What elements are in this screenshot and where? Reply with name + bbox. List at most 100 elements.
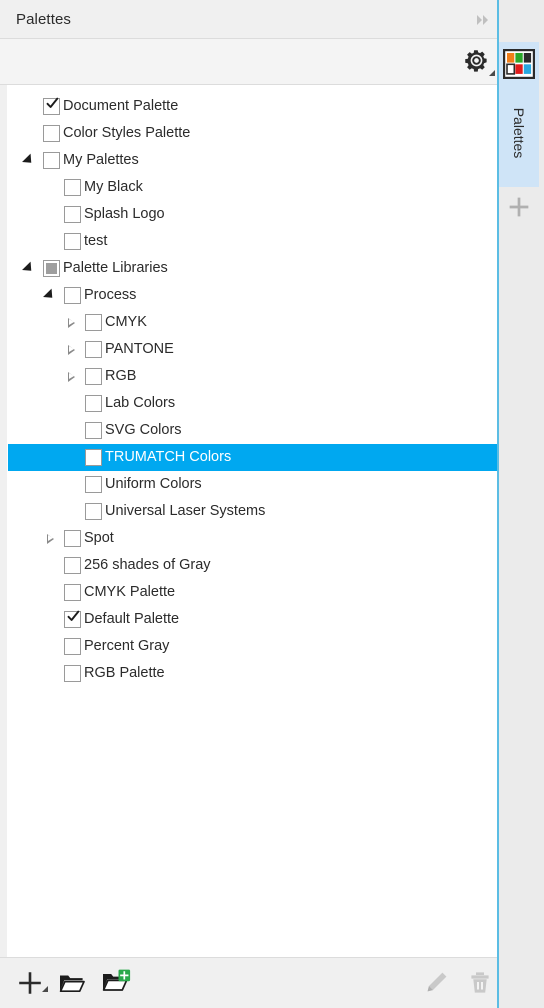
tree-expander-expand-icon[interactable]: [63, 309, 79, 336]
triangle-right-icon: [67, 317, 75, 328]
panel-title: Palettes: [16, 11, 71, 28]
palette-checkbox[interactable]: [64, 665, 81, 682]
open-palette-button[interactable]: [54, 966, 90, 1000]
palette-tree-row[interactable]: Percent Gray: [7, 633, 497, 660]
palette-tree-row[interactable]: Splash Logo: [7, 201, 497, 228]
palette-checkbox[interactable]: [43, 152, 60, 169]
palette-tree-row[interactable]: PANTONE: [7, 336, 497, 363]
palette-checkbox[interactable]: [64, 584, 81, 601]
tree-expander-collapse-icon[interactable]: [21, 255, 37, 282]
palette-checkbox[interactable]: [64, 638, 81, 655]
tree-expander-collapse-icon[interactable]: [21, 147, 37, 174]
palette-tree-row[interactable]: Color Styles Palette: [7, 120, 497, 147]
palettes-docker-panel: Palettes Document Palette Color Styles Pa…: [0, 0, 544, 1008]
palette-item-label: Percent Gray: [84, 638, 170, 654]
palette-tree-row[interactable]: My Black: [7, 174, 497, 201]
gear-dropdown-arrow-icon: [489, 70, 495, 76]
palette-tree-row[interactable]: Document Palette: [7, 93, 497, 120]
palette-tree-row[interactable]: Default Palette: [7, 606, 497, 633]
palette-tree-row[interactable]: Process: [7, 282, 497, 309]
palette-checkbox[interactable]: [85, 314, 102, 331]
palette-item-label: Default Palette: [84, 611, 180, 627]
palette-list-pane[interactable]: Document Palette Color Styles Palette My P…: [0, 85, 497, 957]
palette-item-label: Process: [84, 287, 137, 303]
palette-item-label: Color Styles Palette: [63, 125, 191, 141]
palette-checkbox[interactable]: [64, 557, 81, 574]
edit-palette-button[interactable]: [418, 966, 454, 1000]
palette-tree-row[interactable]: CMYK: [7, 309, 497, 336]
palette-tree-row[interactable]: TRUMATCH Colors: [8, 444, 497, 471]
palette-item-label: Document Palette: [63, 98, 179, 114]
panel-bottom-toolbar: [0, 957, 497, 1008]
tree-expander-expand-icon[interactable]: [63, 363, 79, 390]
palette-checkbox[interactable]: [85, 341, 102, 358]
palette-item-label: CMYK: [105, 314, 147, 330]
palette-checkbox[interactable]: [64, 530, 81, 547]
palette-options-button[interactable]: [463, 47, 495, 77]
palette-checkbox[interactable]: [43, 260, 60, 277]
tree-expander-collapse-icon[interactable]: [42, 282, 58, 309]
palette-checkbox[interactable]: [64, 287, 81, 304]
palette-checkbox[interactable]: [43, 125, 60, 142]
palette-tree-row[interactable]: SVG Colors: [7, 417, 497, 444]
palette-tree-row[interactable]: My Palettes: [7, 147, 497, 174]
plus-icon: [509, 197, 529, 217]
dock-tab-palettes[interactable]: Palettes: [499, 42, 539, 187]
palette-item-label: SVG Colors: [105, 422, 182, 438]
palette-checkbox[interactable]: [85, 422, 102, 439]
new-palette-dropdown-arrow-icon: [42, 986, 48, 992]
palette-tree-row[interactable]: Spot: [7, 525, 497, 552]
palette-checkbox[interactable]: [85, 503, 102, 520]
palette-checkbox[interactable]: [85, 449, 102, 466]
panel-titlebar: Palettes: [0, 0, 544, 39]
new-palette-button[interactable]: [12, 966, 48, 1000]
folder-add-icon: [102, 969, 131, 991]
palette-tree-row[interactable]: test: [7, 228, 497, 255]
palette-checkbox[interactable]: [64, 233, 81, 250]
palette-tree-row[interactable]: Uniform Colors: [7, 471, 497, 498]
palette-item-label: RGB: [105, 368, 137, 384]
palette-item-label: RGB Palette: [84, 665, 165, 681]
palette-checkbox[interactable]: [64, 206, 81, 223]
palette-item-label: Universal Laser Systems: [105, 503, 266, 519]
plus-icon: [19, 972, 41, 994]
palette-item-label: TRUMATCH Colors: [105, 449, 232, 465]
triangle-down-icon: [21, 153, 36, 167]
delete-palette-button[interactable]: [462, 966, 498, 1000]
tree-expander-expand-icon[interactable]: [42, 525, 58, 552]
panel-toolstrip: [0, 39, 497, 85]
palette-checkbox[interactable]: [64, 610, 81, 628]
palette-item-label: Uniform Colors: [105, 476, 202, 492]
right-dock-strip: Palettes: [499, 0, 544, 1008]
palette-checkbox[interactable]: [43, 97, 60, 115]
collapse-panel-button[interactable]: [471, 8, 497, 32]
triangle-right-icon: [67, 371, 75, 382]
palette-checkbox[interactable]: [85, 368, 102, 385]
palette-item-label: Lab Colors: [105, 395, 176, 411]
palette-item-label: PANTONE: [105, 341, 174, 357]
triangle-down-icon: [21, 261, 36, 275]
dock-tab-label: Palettes: [511, 107, 527, 159]
palette-checkbox[interactable]: [85, 476, 102, 493]
new-palette-from-document-button[interactable]: [98, 966, 134, 1000]
palette-tree-row[interactable]: RGB Palette: [7, 660, 497, 687]
palette-item-label: Splash Logo: [84, 206, 165, 222]
palette-item-label: test: [84, 233, 108, 249]
palette-item-label: CMYK Palette: [84, 584, 176, 600]
palette-tree-row[interactable]: Palette Libraries: [7, 255, 497, 282]
triangle-right-icon: [46, 533, 54, 544]
palette-tree-row[interactable]: Universal Laser Systems: [7, 498, 497, 525]
palette-checkbox[interactable]: [64, 179, 81, 196]
palette-tree-row[interactable]: 256 shades of Gray: [7, 552, 497, 579]
palette-tree-row[interactable]: CMYK Palette: [7, 579, 497, 606]
pencil-icon: [427, 972, 447, 992]
gear-icon: [465, 50, 487, 72]
add-docker-button[interactable]: [507, 190, 531, 224]
checkmark-icon: [67, 610, 80, 621]
palette-tree-row[interactable]: Lab Colors: [7, 390, 497, 417]
tree-expander-expand-icon[interactable]: [63, 336, 79, 363]
palette-tree: Document Palette Color Styles Palette My P…: [7, 85, 497, 687]
palette-checkbox[interactable]: [85, 395, 102, 412]
palette-tree-row[interactable]: RGB: [7, 363, 497, 390]
double-chevron-right-icon: [477, 15, 488, 25]
